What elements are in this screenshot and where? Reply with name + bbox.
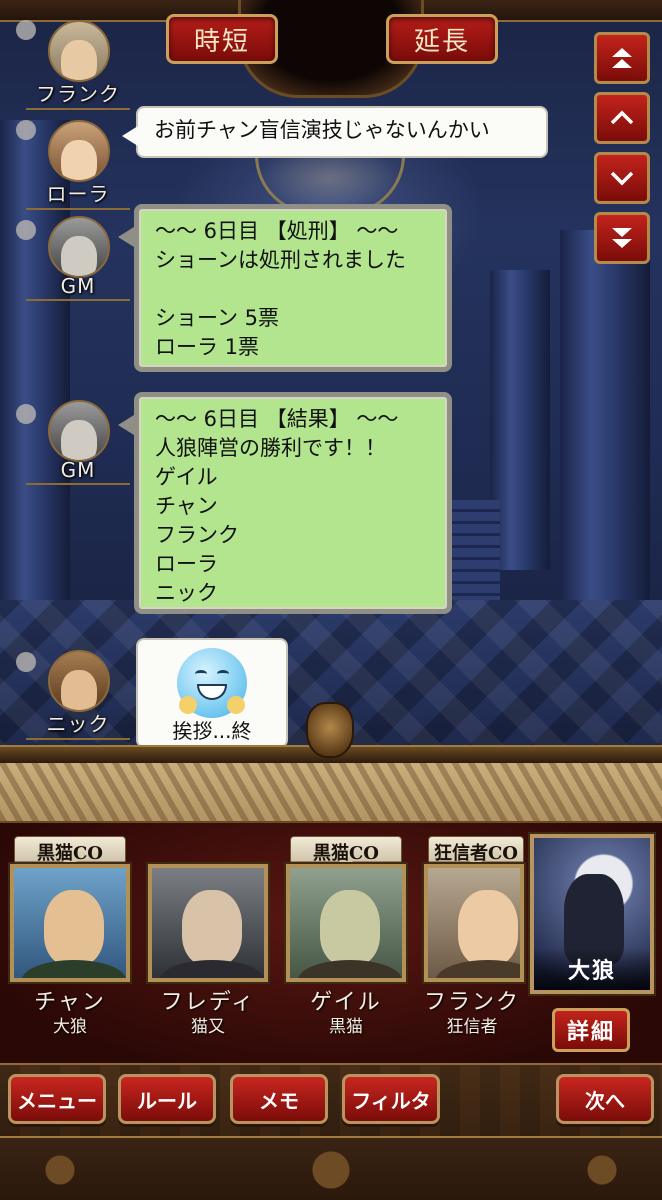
- chat-line: [155, 275, 431, 304]
- bottom-ornament: [0, 1136, 662, 1200]
- speaker-name: フランク: [26, 78, 130, 110]
- next-button[interactable]: 次へ: [556, 1074, 654, 1124]
- chat-line: ゲイル: [155, 465, 218, 489]
- pillar-right-outer: [560, 230, 650, 600]
- double-down-arrow-icon: [612, 228, 632, 248]
- chat-avatar[interactable]: ニック: [22, 650, 132, 740]
- stamp-caption: 挨拶...終: [172, 719, 252, 743]
- rules-button[interactable]: ルール: [118, 1074, 216, 1124]
- down-arrow-icon: [610, 171, 634, 186]
- chat-bubble: お前チャン盲信演技じゃないんかい: [122, 106, 548, 158]
- scroll-down-button[interactable]: [594, 152, 650, 204]
- chat-line: ショーン 5票: [155, 306, 279, 330]
- chat-avatar[interactable]: ローラ: [22, 120, 132, 210]
- stamp-bubble: 挨拶...終: [136, 638, 288, 748]
- system-bubble-result: ～～ 6日目 【結果】 ～～ 人狼陣営の勝利です！！ ゲイル チャン フランク …: [118, 392, 452, 614]
- wolf-head-emblem-icon: [306, 702, 354, 758]
- memo-button[interactable]: メモ: [230, 1074, 328, 1124]
- parchment-band: [0, 763, 662, 823]
- chat-line: フランク: [155, 523, 239, 547]
- double-up-arrow-icon: [612, 48, 632, 68]
- up-arrow-icon: [610, 110, 634, 125]
- chat-line: ショーンは処刑されました: [155, 248, 406, 272]
- speaker-name: GM: [26, 274, 130, 301]
- avatar-nick: [48, 650, 110, 712]
- grinning-face-icon: [177, 648, 247, 718]
- extend-time-button[interactable]: 延長: [386, 14, 498, 64]
- scroll-bottom-button[interactable]: [594, 212, 650, 264]
- speaker-name: GM: [26, 458, 130, 485]
- scroll-up-button[interactable]: [594, 92, 650, 144]
- player-portrait-chan[interactable]: [8, 862, 132, 984]
- my-role-label: 大狼: [534, 948, 650, 990]
- avatar-laura: [48, 120, 110, 182]
- chat-line: ～～ 6日目 【処刑】 ～～: [155, 219, 399, 243]
- role-detail-button[interactable]: 詳細: [552, 1008, 630, 1052]
- avatar-gm: [48, 216, 110, 278]
- menu-button[interactable]: メニュー: [8, 1074, 106, 1124]
- chat-avatar[interactable]: GM: [22, 216, 132, 301]
- chat-line: ローラ 1票: [155, 335, 260, 359]
- chat-line: チャン: [155, 494, 218, 518]
- speaker-name: ローラ: [26, 178, 130, 210]
- player-portrait-gail[interactable]: [284, 862, 408, 984]
- system-bubble-execution: ～～ 6日目 【処刑】 ～～ ショーンは処刑されました ショーン 5票 ローラ …: [118, 204, 452, 372]
- my-role-card[interactable]: 大狼: [528, 832, 656, 996]
- avatar-gm: [48, 400, 110, 462]
- chat-avatar[interactable]: GM: [22, 400, 132, 485]
- chat-line: ～～ 6日目 【結果】 ～～: [155, 407, 399, 431]
- player-portrait-frank[interactable]: [422, 862, 526, 984]
- player-role: 猫又: [144, 1012, 272, 1037]
- chat-line: ローラ: [155, 552, 218, 576]
- player-role: 黒猫: [282, 1012, 410, 1037]
- chat-line: 人狼陣営の勝利です！！: [155, 436, 386, 460]
- shorten-time-button[interactable]: 時短: [166, 14, 278, 64]
- chat-line: お前チャン盲信演技じゃないんかい: [154, 118, 490, 142]
- player-role: 狂信者: [418, 1012, 526, 1037]
- filter-button[interactable]: フィルタ: [342, 1074, 440, 1124]
- scroll-top-button[interactable]: [594, 32, 650, 84]
- player-role: 大狼: [6, 1012, 134, 1037]
- chat-line: ニック: [155, 581, 218, 605]
- chat-avatar[interactable]: フランク: [22, 20, 132, 110]
- speaker-name: ニック: [26, 708, 130, 740]
- player-portrait-freddy[interactable]: [146, 862, 270, 984]
- avatar-frank: [48, 20, 110, 82]
